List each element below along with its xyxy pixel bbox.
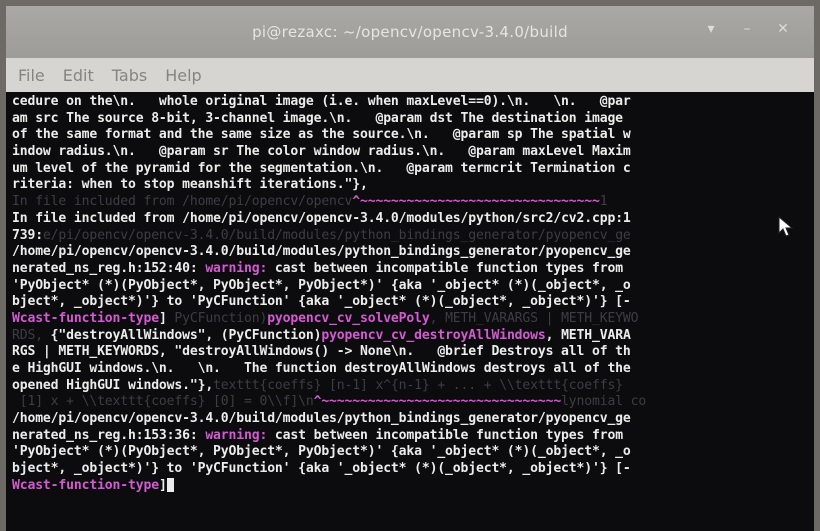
terminal-text-segment: In file included from /home/pi/opencv/op…: [12, 194, 353, 210]
terminal-text-segment: e/pi/opencv/opencv-3.4.0/build/modules/p…: [42, 227, 631, 243]
menu-chevron-icon[interactable]: ▾: [702, 20, 720, 38]
terminal-line: nerated_ns_reg.h:152:40: warning: cast b…: [12, 261, 810, 278]
terminal-line: /home/pi/opencv/opencv-3.4.0/build/modul…: [12, 411, 810, 428]
terminal-text-segment: ]: [158, 310, 167, 326]
terminal-text-segment: nerated_ns_reg.h:153:36:: [12, 427, 206, 443]
terminal-text-segment: 1: [599, 194, 608, 210]
terminal-text-segment: /home/pi/opencv/opencv-3.4.0/build/modul…: [12, 244, 631, 260]
terminal-text-segment: RDS,: [12, 327, 51, 343]
terminal-text-segment: ^~~~~~~~~~~~~~~~~~~~~~~~~~~~~~~~: [313, 394, 562, 410]
terminal-text-segment: /home/pi/opencv/opencv-3.4.0/modules/pyt…: [182, 210, 631, 226]
menu-edit[interactable]: Edit: [63, 66, 94, 85]
terminal-line: e HighGUI windows.\n. \n. The function d…: [12, 361, 810, 378]
terminal-line: RGS | METH_KEYWORDS, "destroyAllWindows(…: [12, 344, 810, 361]
terminal-line: am src The source 8-bit, 3-channel image…: [12, 111, 810, 128]
menu-file[interactable]: File: [18, 66, 45, 85]
terminal-text-segment: ^~~~~~~~~~~~~~~~~~~~~~~~~~~~~~~~: [352, 194, 600, 210]
terminal-text-segment: bject*, _object*)'} to 'PyCFunction' {ak…: [12, 461, 631, 477]
terminal-text-segment: ]: [158, 477, 167, 493]
terminal-text-segment: 'PyObject* (*)(PyObject*, PyObject*, PyO…: [12, 277, 631, 293]
terminal-text-segment: Wcast-function-type: [12, 477, 159, 493]
window-title: pi@rezaxc: ~/opencv/opencv-3.4.0/build: [252, 23, 568, 41]
terminal-line: nerated_ns_reg.h:153:36: warning: cast b…: [12, 428, 810, 445]
terminal-line: In file included from /home/pi/opencv/op…: [12, 194, 810, 211]
terminal-line: um level of the pyramid for the segmenta…: [12, 161, 810, 178]
terminal-line: opened HighGUI windows."},texttt{coeffs}…: [12, 378, 810, 395]
terminal-line: of the same format and the same size as …: [12, 127, 810, 144]
terminal-line: 739:e/pi/opencv/opencv-3.4.0/build/modul…: [12, 228, 810, 245]
terminal-line: In file included from /home/pi/opencv/op…: [12, 211, 810, 228]
minimize-icon[interactable]: –: [738, 20, 756, 38]
close-icon[interactable]: ✕: [774, 20, 792, 38]
terminal-text-segment: RGS | METH_KEYWORDS, "destroyAllWindows(…: [12, 344, 631, 360]
terminal-window: pi@rezaxc: ~/opencv/opencv-3.4.0/build ▾…: [6, 6, 814, 531]
terminal-text-segment: pyopencv_cv_destroyAllWindows: [321, 327, 546, 343]
terminal-text-segment: cedure on the\n. whole original image (i…: [12, 94, 631, 109]
terminal-text-segment: cast between incompatible function types…: [267, 427, 623, 443]
terminal-line: /home/pi/opencv/opencv-3.4.0/build/modul…: [12, 244, 810, 261]
terminal-text-segment: , METH_VARA: [545, 327, 631, 343]
terminal-text-segment: 'PyObject* (*)(PyObject*, PyObject*, PyO…: [12, 444, 631, 460]
terminal-text-segment: am src The source 8-bit, 3-channel image…: [12, 110, 623, 126]
terminal-text-segment: PyCFunction): [166, 310, 268, 326]
terminal-text-segment: /home/pi/opencv/opencv-3.4.0/build/modul…: [12, 411, 631, 427]
terminal-cursor: [166, 478, 174, 493]
title-bar[interactable]: pi@rezaxc: ~/opencv/opencv-3.4.0/build ▾…: [6, 6, 814, 58]
terminal-text-segment: texttt{coeffs} [n-1] x^{n-1} + ... + \\t…: [213, 377, 623, 393]
terminal-text-segment: opened HighGUI windows."},: [12, 377, 214, 393]
mouse-pointer-icon: [778, 216, 794, 237]
terminal-text-segment: bject*, _object*)'} to 'PyCFunction' {ak…: [12, 294, 631, 310]
terminal-line: cedure on the\n. whole original image (i…: [12, 94, 810, 111]
window-controls: ▾ – ✕: [702, 20, 792, 38]
terminal-text-segment: lynomial co: [561, 394, 647, 410]
menu-bar: File Edit Tabs Help: [6, 58, 814, 92]
terminal-text-segment: {"destroyAllWindows", (PyCFunction): [50, 327, 322, 343]
terminal-text-segment: In file included from: [12, 210, 183, 226]
terminal-text-segment: warning:: [205, 260, 268, 276]
terminal-text-segment: [1] x + \\texttt{coeffs} [0] = 0\\f]\n: [12, 394, 314, 410]
terminal-text-segment: um level of the pyramid for the segmenta…: [12, 160, 631, 176]
terminal-text-segment: cast between incompatible function types…: [267, 260, 623, 276]
terminal-text-segment: warning:: [205, 427, 268, 443]
terminal-line: 'PyObject* (*)(PyObject*, PyObject*, PyO…: [12, 444, 810, 461]
terminal-text-segment: indow radius.\n. @param sr The color win…: [12, 144, 631, 160]
terminal-line: bject*, _object*)'} to 'PyCFunction' {ak…: [12, 294, 810, 311]
terminal-text-segment: pyopencv_cv_solvePoly: [267, 310, 430, 326]
terminal-line: Wcast-function-type] PyCFunction)pyopenc…: [12, 311, 810, 328]
terminal-text-segment: e HighGUI windows.\n. \n. The function d…: [12, 361, 631, 376]
terminal-line: bject*, _object*)'} to 'PyCFunction' {ak…: [12, 461, 810, 478]
terminal-text-segment: 739:: [12, 227, 43, 243]
terminal-line: [1] x + \\texttt{coeffs} [0] = 0\\f]\n^~…: [12, 394, 810, 411]
terminal-text-segment: riteria: when to stop meanshift iteratio…: [12, 177, 368, 193]
terminal-line: indow radius.\n. @param sr The color win…: [12, 144, 810, 161]
terminal-line: riteria: when to stop meanshift iteratio…: [12, 177, 810, 194]
menu-help[interactable]: Help: [165, 66, 201, 85]
terminal-line: RDS, {"destroyAllWindows", (PyCFunction)…: [12, 328, 810, 345]
terminal-text-segment: Wcast-function-type: [12, 310, 159, 326]
terminal-output[interactable]: cedure on the\n. whole original image (i…: [12, 94, 810, 531]
terminal-line: Wcast-function-type]: [12, 478, 810, 495]
terminal-line: 'PyObject* (*)(PyObject*, PyObject*, PyO…: [12, 278, 810, 295]
terminal-text-segment: of the same format and the same size as …: [12, 127, 631, 143]
terminal-text-segment: nerated_ns_reg.h:152:40:: [12, 260, 206, 276]
menu-tabs[interactable]: Tabs: [112, 66, 147, 85]
terminal-text-segment: , METH_VARARGS | METH_KEYWO: [429, 310, 639, 326]
